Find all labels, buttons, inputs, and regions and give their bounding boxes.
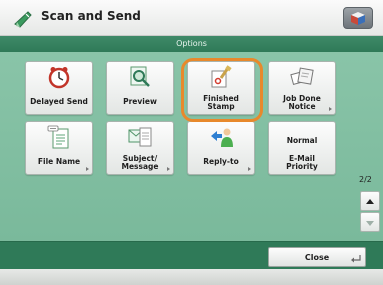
- scan-send-icon: [14, 11, 32, 28]
- file-name-button[interactable]: File Name: [25, 121, 93, 175]
- tile-label-line: Message: [121, 162, 159, 171]
- tile-label: Reply-to: [203, 157, 239, 166]
- tile-label: E-Mail Priority: [269, 155, 335, 171]
- job-done-notice-button[interactable]: Job Done Notice: [268, 61, 336, 115]
- tile-label: File Name: [37, 157, 81, 166]
- message-icon: [128, 127, 152, 147]
- scroll-up-button[interactable]: [360, 191, 380, 211]
- cube-icon: [351, 12, 365, 25]
- reply-to-button[interactable]: Reply-to: [187, 121, 255, 175]
- preview-button[interactable]: Preview: [106, 61, 174, 115]
- options-bar: Options: [0, 36, 383, 52]
- magnifier-icon: [130, 66, 150, 87]
- submenu-arrow-icon: [86, 167, 89, 171]
- scroll-down-button[interactable]: [360, 212, 380, 232]
- highlight-ring: [181, 58, 263, 122]
- submenu-arrow-icon: [167, 167, 170, 171]
- screen: Scan and Send Options Delayed Send Previ…: [0, 0, 383, 285]
- page-title: Scan and Send: [41, 9, 141, 23]
- tile-label-line: Priority: [286, 162, 318, 171]
- document-icon: [47, 125, 69, 149]
- page-indicator: 2/2: [359, 175, 372, 184]
- tile-label: Preview: [123, 97, 157, 106]
- clock-icon: [48, 67, 70, 89]
- status-strip: [0, 269, 383, 285]
- delayed-send-button[interactable]: Delayed Send: [25, 61, 93, 115]
- reply-person-icon: [211, 128, 233, 147]
- bottom-bar: Close: [0, 241, 383, 269]
- tile-label-line: Notice: [288, 102, 316, 111]
- submenu-arrow-icon: [329, 107, 332, 111]
- submenu-arrow-icon: [248, 167, 251, 171]
- subject-message-button[interactable]: Subject/ Message: [106, 121, 174, 175]
- up-arrow-icon: [366, 199, 374, 204]
- return-arrow-icon: [351, 255, 361, 263]
- down-arrow-icon: [366, 221, 374, 226]
- priority-value: Normal: [286, 136, 318, 145]
- header-bar: Scan and Send: [0, 0, 383, 36]
- email-priority-button[interactable]: Normal E-Mail Priority: [268, 121, 336, 175]
- notice-icon: [290, 67, 314, 85]
- main-menu-button[interactable]: [343, 7, 373, 29]
- tile-label: Job Done Notice: [269, 95, 335, 111]
- close-button[interactable]: Close: [268, 247, 366, 267]
- tile-label: Delayed Send: [30, 97, 88, 106]
- tile-label: Subject/ Message: [107, 155, 173, 171]
